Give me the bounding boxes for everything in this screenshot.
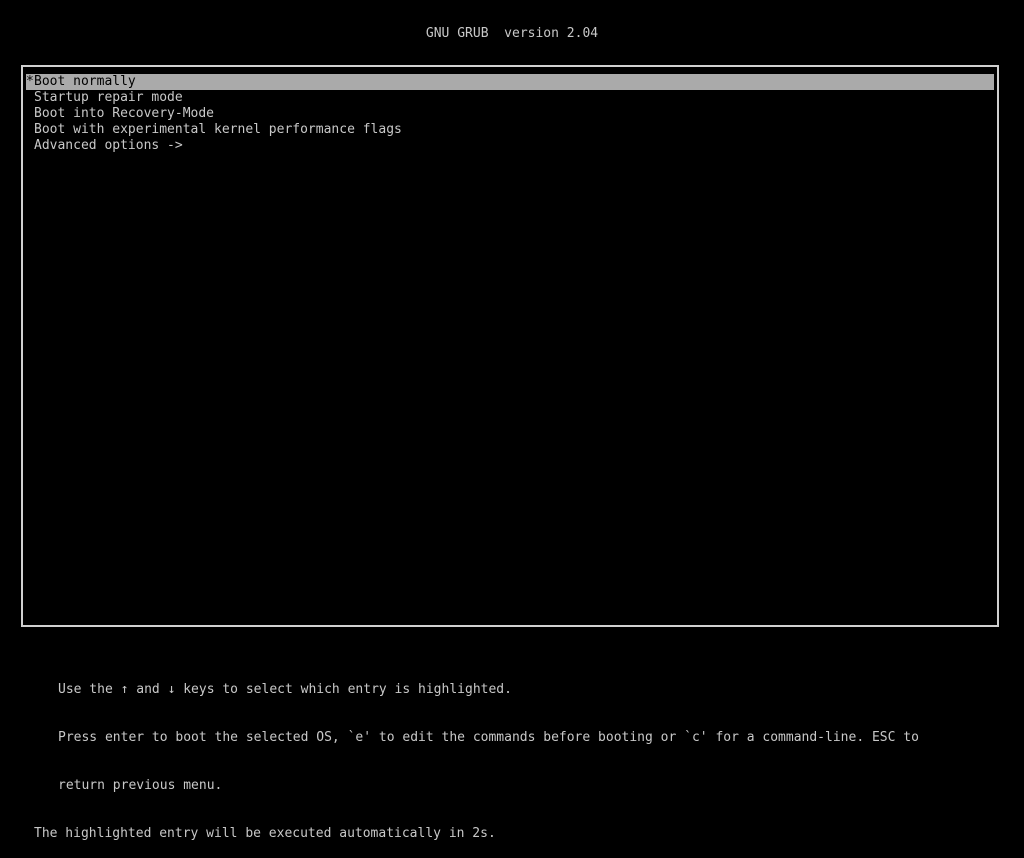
help-line-navigation: Use the ↑ and ↓ keys to select which ent… — [58, 682, 512, 697]
boot-menu-list: *Boot normally Startup repair mode Boot … — [26, 74, 994, 154]
menu-entry-startup-repair[interactable]: Startup repair mode — [26, 90, 994, 106]
countdown-text: The highlighted entry will be executed a… — [34, 826, 496, 841]
selected-marker: * — [26, 74, 34, 89]
grub-title: GNU GRUB version 2.04 — [425, 26, 599, 41]
menu-entry-label: Boot normally — [34, 74, 136, 89]
menu-entry-label: Boot into Recovery-Mode — [34, 106, 215, 121]
menu-entry-advanced-options[interactable]: Advanced options -> — [26, 138, 994, 154]
help-text: Use the ↑ and ↓ keys to select which ent… — [34, 650, 919, 858]
help-line-return: return previous menu. — [58, 778, 223, 793]
menu-entry-label: Startup repair mode — [34, 90, 183, 105]
menu-entry-label: Boot with experimental kernel performanc… — [34, 122, 402, 137]
menu-entry-experimental-flags[interactable]: Boot with experimental kernel performanc… — [26, 122, 994, 138]
boot-menu-box: *Boot normally Startup repair mode Boot … — [21, 65, 999, 627]
menu-entry-recovery-mode[interactable]: Boot into Recovery-Mode — [26, 106, 994, 122]
help-line-commands: Press enter to boot the selected OS, `e'… — [58, 730, 919, 745]
menu-entry-boot-normally[interactable]: *Boot normally — [26, 74, 994, 90]
menu-entry-label: Advanced options -> — [34, 138, 183, 153]
